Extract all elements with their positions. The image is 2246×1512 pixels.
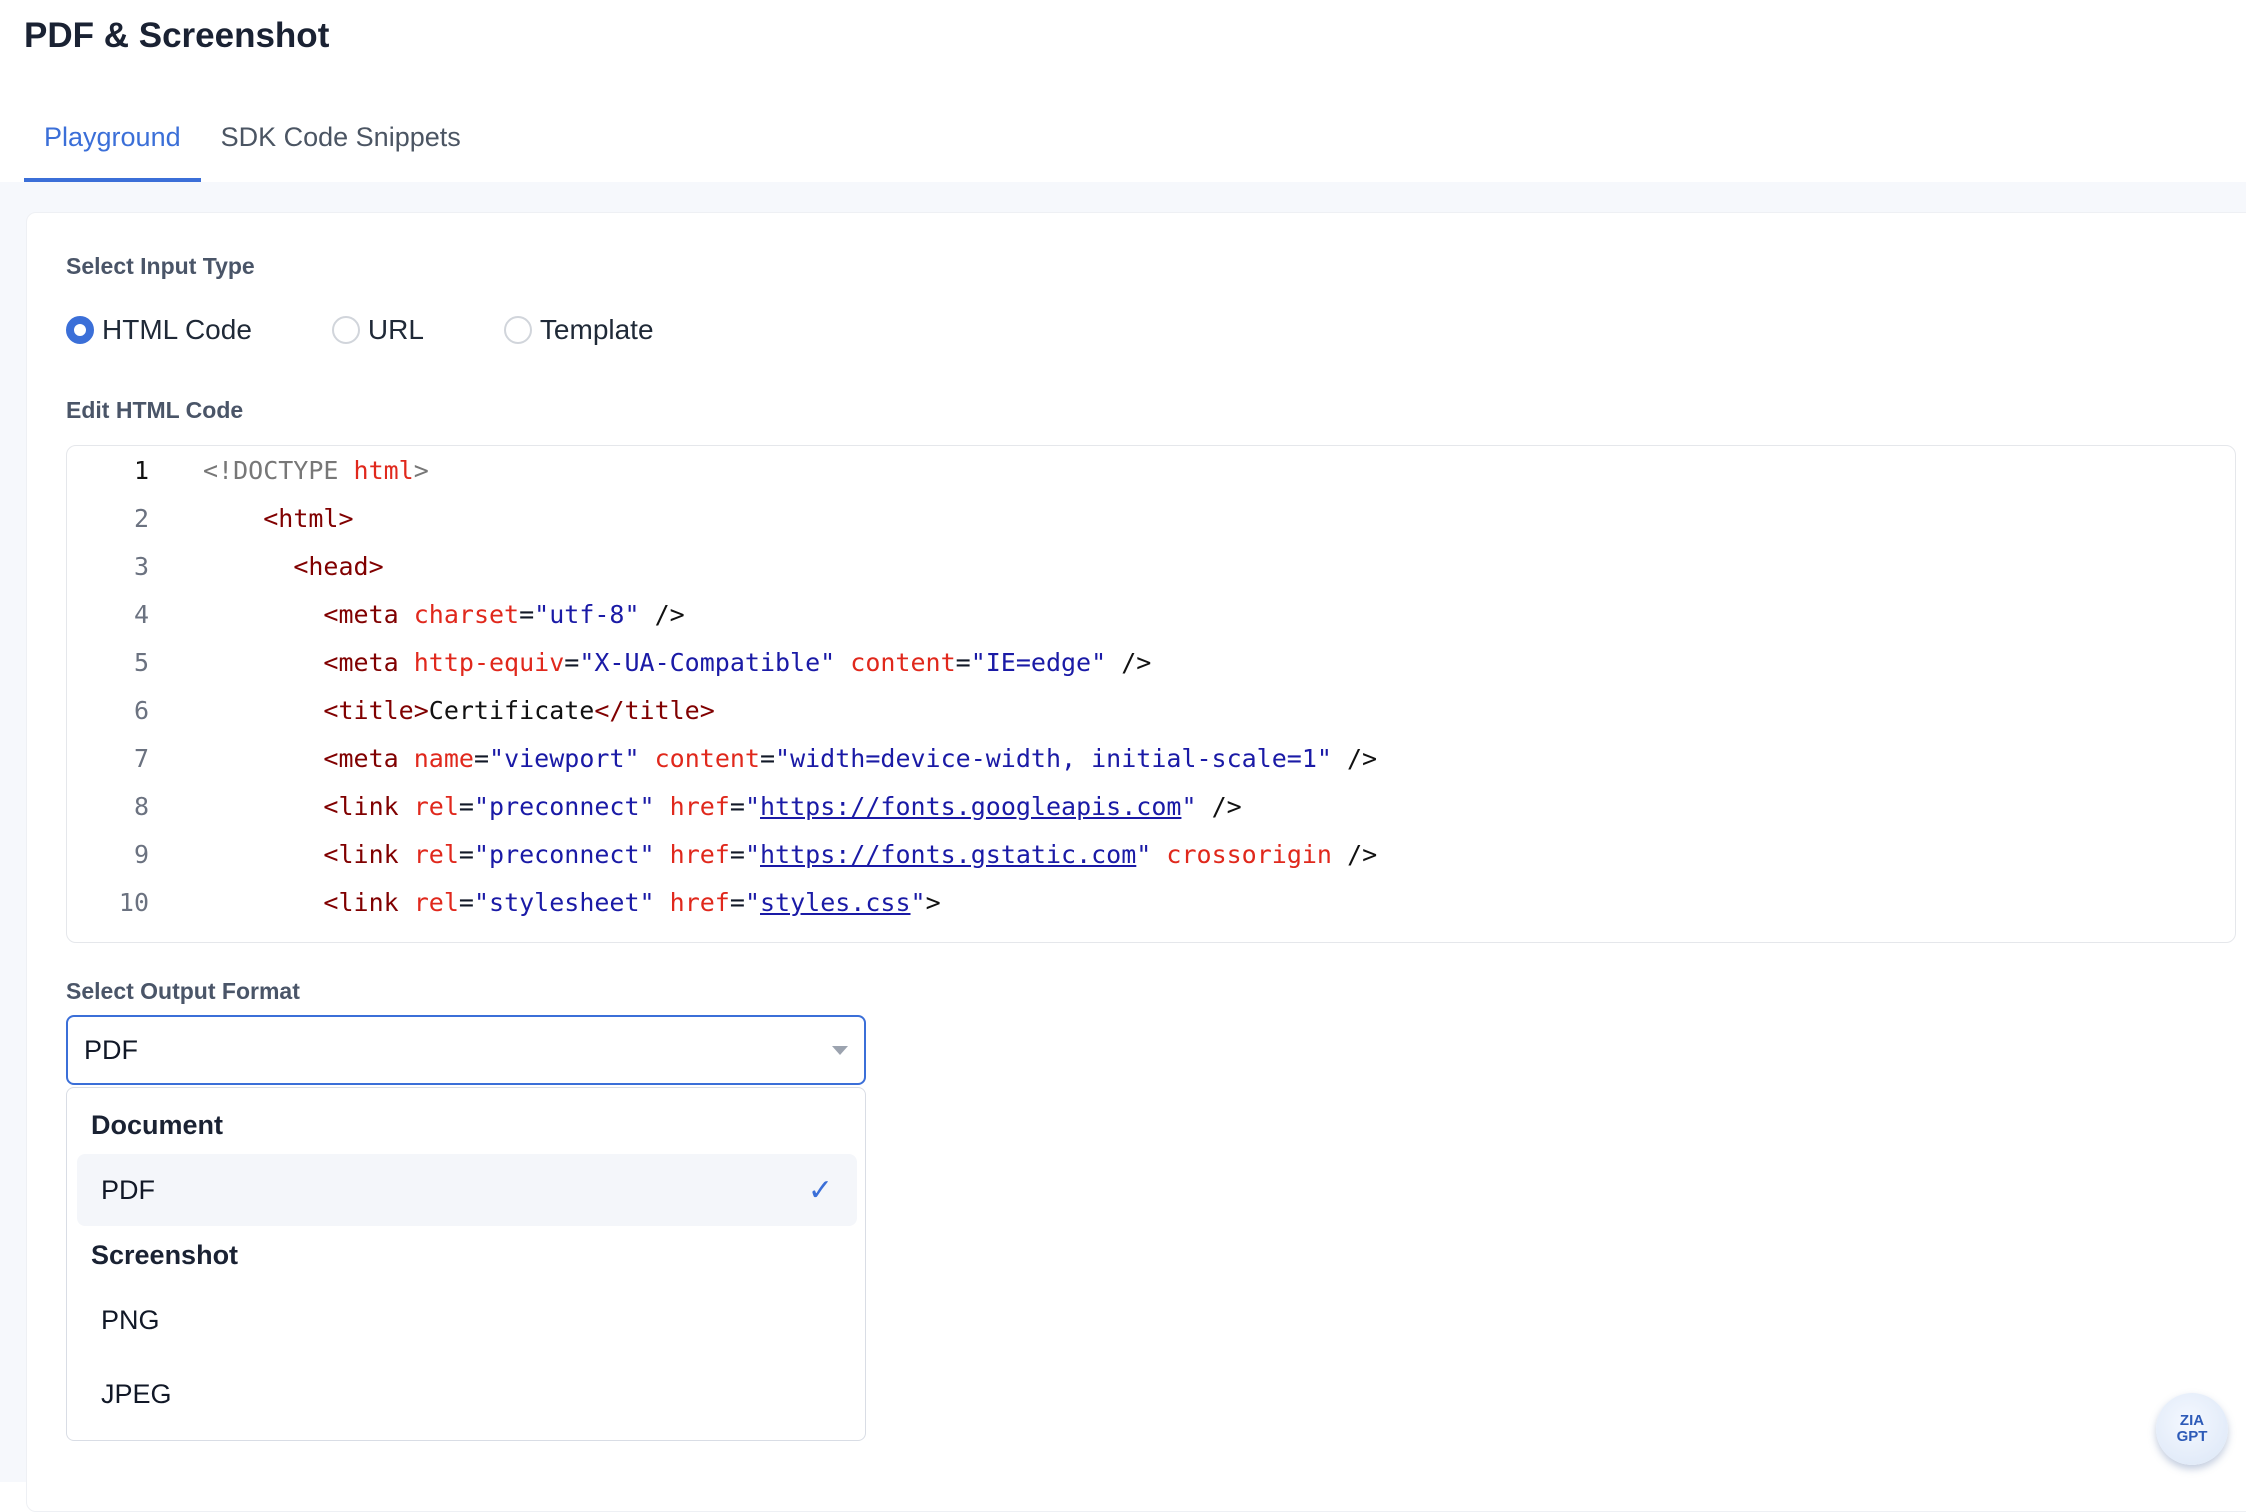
output-format-select[interactable]: PDF [66, 1015, 866, 1085]
code-line: 1 <!DOCTYPE html> [67, 446, 2235, 494]
option-label: PDF [101, 1174, 155, 1205]
line-number: 9 [133, 839, 149, 869]
zia-assistant-label: ZIA GPT [2176, 1412, 2208, 1445]
radio-url[interactable]: URL [331, 314, 424, 346]
zia-assistant-icon[interactable]: ZIA GPT [2156, 1393, 2228, 1465]
radio-label: HTML Code [102, 314, 252, 345]
input-type-label: Select Input Type [66, 253, 255, 279]
code-line: 4 <meta charset="utf-8" /> [67, 590, 2235, 638]
input-type-radio-group: HTML Code URL Template [66, 314, 734, 346]
option-label: PNG [101, 1304, 160, 1335]
line-number: 3 [133, 551, 149, 581]
output-format-label: Select Output Format [66, 978, 300, 1004]
code-text: <meta charset="utf-8" /> [323, 599, 685, 629]
group-document: Document [91, 1110, 224, 1140]
line-number: 7 [133, 743, 149, 773]
code-text: <meta http-equiv="X-UA-Compatible" conte… [323, 647, 1152, 677]
radio-template[interactable]: Template [503, 314, 654, 346]
code-text: <html> [263, 503, 354, 533]
code-text: <head> [293, 551, 384, 581]
code-text: <link rel="preconnect" href="https://fon… [323, 791, 1242, 821]
code-line: 7 <meta name="viewport" content="width=d… [67, 734, 2235, 782]
code-line: 9 <link rel="preconnect" href="https://f… [67, 830, 2235, 878]
line-number: 6 [133, 695, 149, 725]
tab-playground[interactable]: Playground [24, 110, 201, 182]
line-number: 2 [133, 503, 149, 533]
code-line: 3 <head> [67, 542, 2235, 590]
option-pdf[interactable]: PDF ✓ [77, 1154, 857, 1226]
caret-down-icon [832, 1045, 848, 1055]
code-text: <title>Certificate</title> [323, 695, 715, 725]
option-jpeg[interactable]: JPEG [77, 1358, 857, 1430]
radio-label: URL [367, 314, 424, 345]
edit-html-label: Edit HTML Code [66, 397, 244, 423]
code-line: 8 <link rel="preconnect" href="https://f… [67, 782, 2235, 830]
line-number: 10 [118, 887, 149, 917]
option-label: JPEG [101, 1378, 172, 1409]
radio-unchecked-icon [503, 316, 532, 344]
option-png[interactable]: PNG [77, 1284, 857, 1356]
radio-unchecked-icon [331, 316, 360, 344]
code-line: 2 <html> [67, 494, 2235, 542]
radio-label: Template [539, 314, 654, 345]
radio-html-code[interactable]: HTML Code [66, 314, 252, 346]
line-number: 4 [133, 599, 149, 629]
group-screenshot: Screenshot [91, 1240, 239, 1270]
line-number: 5 [133, 647, 149, 677]
code-text: <link rel="preconnect" href="https://fon… [323, 839, 1378, 869]
radio-checked-icon [66, 316, 94, 344]
code-line: 6 <title>Certificate</title> [67, 686, 2235, 734]
code-line: 5 <meta http-equiv="X-UA-Compatible" con… [67, 638, 2235, 686]
selected-value: PDF [84, 1034, 138, 1065]
code-line: 10 <link rel="stylesheet" href="styles.c… [67, 878, 2235, 926]
check-icon: ✓ [807, 1173, 833, 1207]
tab-bar: Playground SDK Code Snippets [24, 110, 481, 182]
page-title: PDF & Screenshot [24, 16, 330, 55]
code-text: <link rel="stylesheet" href="styles.css"… [323, 887, 941, 917]
html-code-editor[interactable]: 1 <!DOCTYPE html> 2 <html> 3 <head> 4 <meta … [66, 445, 2236, 943]
tab-sdk-code-snippets[interactable]: SDK Code Snippets [201, 110, 481, 182]
code-text: <meta name="viewport" content="width=dev… [323, 743, 1378, 773]
line-number: 1 [133, 455, 149, 485]
line-number: 8 [133, 791, 149, 821]
code-text: <!DOCTYPE html> [203, 455, 429, 485]
output-format-dropdown: Document PDF ✓ Screenshot PNG JPEG [66, 1087, 866, 1441]
